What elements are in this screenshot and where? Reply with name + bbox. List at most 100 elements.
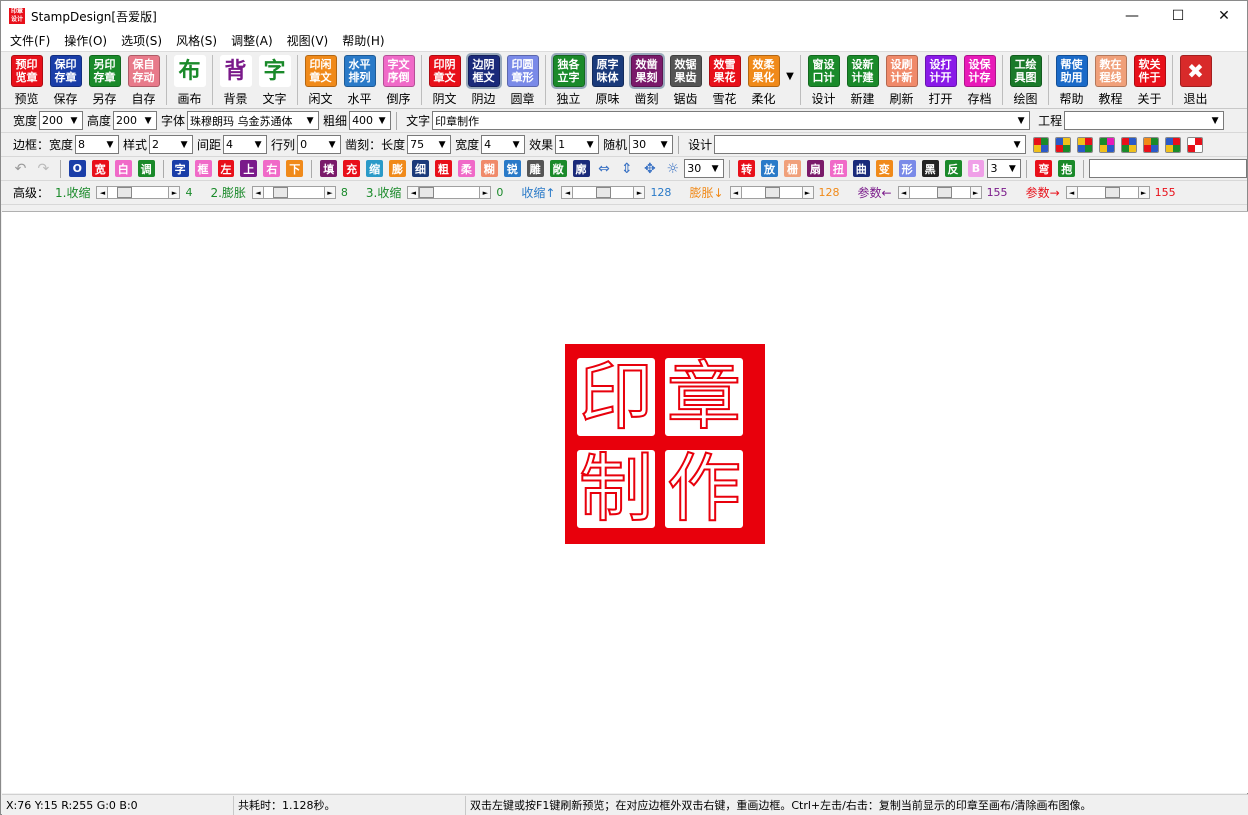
toolbar-new-button[interactable]: 设新计建 新建	[843, 55, 882, 107]
toolbar-tutorial-button[interactable]: 教在程线 教程	[1091, 55, 1130, 107]
slider-thumb[interactable]	[936, 187, 952, 198]
redo-icon[interactable]: ↷	[35, 160, 52, 177]
angle-combo[interactable]: 30 ▼	[684, 159, 725, 178]
undo-icon[interactable]: ↶	[12, 160, 29, 177]
maximize-button[interactable]: ☐	[1155, 1, 1201, 31]
menu-item[interactable]: 操作(O)	[57, 31, 114, 51]
move-icon[interactable]: ✥	[641, 160, 658, 177]
slider-thumb[interactable]	[1104, 187, 1120, 198]
adjust-slider[interactable]: ◄ ►	[251, 186, 336, 199]
adjust-slider[interactable]: ◄ ►	[1065, 186, 1150, 199]
toolbar-horizontal-button[interactable]: 水平排列 水平	[340, 55, 379, 107]
effect-button[interactable]: 充	[343, 160, 361, 177]
right-arrow-icon[interactable]: ►	[801, 186, 814, 199]
transform-button[interactable]: B	[967, 160, 985, 177]
transform-button[interactable]: 转	[738, 160, 756, 177]
toolbar-background-button[interactable]: 背背景	[216, 55, 255, 107]
sun-icon[interactable]: ☼	[664, 160, 681, 177]
font-combo[interactable]: 珠穆朗玛 乌金苏通体 ▼	[187, 111, 320, 130]
toolbar-canvas-button[interactable]: 布画布	[170, 55, 209, 107]
effect-button[interactable]: 缩	[366, 160, 384, 177]
toolbar-open-button[interactable]: 设打计开 打开	[921, 55, 960, 107]
color-scheme-swatch[interactable]	[1033, 136, 1050, 153]
count-combo[interactable]: 3 ▼	[987, 159, 1022, 178]
right-arrow-icon[interactable]: ►	[479, 186, 492, 199]
effect-button[interactable]: 粗	[434, 160, 452, 177]
adjust-slider[interactable]: ◄ ►	[96, 186, 181, 199]
toolbar-save-button[interactable]: 保印存章 保存	[46, 55, 85, 107]
toolbar-original-button[interactable]: 原字味体 原味	[588, 55, 627, 107]
transform-button[interactable]: 栅	[784, 160, 801, 177]
slider-thumb[interactable]	[764, 187, 780, 198]
effect-button[interactable]: 柔	[457, 160, 475, 177]
toolbar-about-button[interactable]: 软关件于 关于	[1130, 55, 1169, 107]
toolbar-round-stamp-button[interactable]: 印圆章形 圆章	[503, 55, 542, 107]
effect-button[interactable]: 左	[217, 160, 235, 177]
color-scheme-swatch[interactable]	[1121, 136, 1138, 153]
toolbar-design-button[interactable]: 窗设口计 设计	[804, 55, 843, 107]
effect-combo[interactable]: 1 ▼	[555, 135, 600, 154]
toolbar-draw-tool-button[interactable]: 工绘具图 绘图	[1006, 55, 1045, 107]
chisel-length-combo[interactable]: 75 ▼	[407, 135, 452, 154]
toolbar-save-as-button[interactable]: 另印存章 另存	[85, 55, 124, 107]
effect-button[interactable]: 廓	[572, 160, 590, 177]
right-arrow-icon[interactable]: ►	[633, 186, 646, 199]
chisel-width-combo[interactable]: 4 ▼	[481, 135, 526, 154]
slider-thumb[interactable]	[596, 187, 612, 198]
menu-item[interactable]: 视图(V)	[280, 31, 336, 51]
effect-button[interactable]: 字	[171, 160, 189, 177]
design-canvas[interactable]: 章 印 作 制	[2, 211, 1248, 793]
width-combo[interactable]: 200 ▼	[39, 111, 84, 130]
style-combo[interactable]: 2 ▼	[149, 135, 194, 154]
menu-item[interactable]: 选项(S)	[114, 31, 169, 51]
effect-button[interactable]: 框	[194, 160, 212, 177]
color-scheme-swatch[interactable]	[1143, 136, 1160, 153]
toolbar-snowflake-button[interactable]: 效雪果花 雪花	[705, 55, 744, 107]
minimize-button[interactable]: —	[1109, 1, 1155, 31]
left-arrow-icon[interactable]: ◄	[251, 186, 264, 199]
left-arrow-icon[interactable]: ◄	[1065, 186, 1078, 199]
effect-button[interactable]: 膨	[389, 160, 406, 177]
left-arrow-icon[interactable]: ◄	[897, 186, 910, 199]
toolbar-sawtooth-button[interactable]: 效锯果齿 锯齿	[666, 55, 705, 107]
color-scheme-swatch[interactable]	[1099, 136, 1116, 153]
adjust-slider[interactable]: ◄ ►	[897, 186, 982, 199]
menu-item[interactable]: 文件(F)	[3, 31, 57, 51]
extra-input[interactable]	[1089, 159, 1247, 178]
adjust-slider[interactable]: ◄ ►	[729, 186, 814, 199]
transform-button[interactable]: 曲	[852, 160, 870, 177]
effect-button[interactable]: 右	[263, 160, 281, 177]
menu-item[interactable]: 风格(S)	[169, 31, 224, 51]
color-scheme-swatch[interactable]	[1077, 136, 1094, 153]
color-scheme-swatch[interactable]	[1055, 136, 1072, 153]
flip-vertical-icon[interactable]: ⇕	[618, 160, 635, 177]
rowcol-combo[interactable]: 0 ▼	[297, 135, 342, 154]
right-arrow-icon[interactable]: ►	[1137, 186, 1150, 199]
project-combo[interactable]: ▼	[1064, 111, 1225, 130]
toolbar-reverse-button[interactable]: 字文序倒 倒序	[379, 55, 418, 107]
slider-thumb[interactable]	[272, 187, 288, 198]
transform-button[interactable]: 放	[761, 160, 779, 177]
stamp-text-combo[interactable]: 印章制作 ▼	[432, 111, 1031, 130]
transform-button[interactable]: 黑	[921, 160, 939, 177]
left-arrow-icon[interactable]: ◄	[407, 186, 420, 199]
height-combo[interactable]: 200 ▼	[113, 111, 158, 130]
effect-button[interactable]: 糊	[480, 160, 498, 177]
effect-button[interactable]: 雕	[526, 160, 544, 177]
effect-button[interactable]: 锐	[503, 160, 521, 177]
effect-button[interactable]: 敞	[549, 160, 567, 177]
toolbar-soften-button[interactable]: 效柔果化 柔化	[744, 55, 783, 107]
flip-horizontal-icon[interactable]: ⇔	[596, 160, 613, 177]
toolbar-autosave-button[interactable]: 保自存动 自存	[124, 55, 163, 107]
transform-button[interactable]: 扇	[806, 160, 824, 177]
toolbar-preview-button[interactable]: 预印览章 预览	[7, 55, 46, 107]
effect-button[interactable]: 细	[412, 160, 429, 177]
effect-button[interactable]: 填	[320, 160, 338, 177]
color-scheme-swatch[interactable]	[1165, 136, 1182, 153]
transform-button[interactable]: 反	[944, 160, 962, 177]
slider-thumb[interactable]	[117, 187, 133, 198]
menu-item[interactable]: 调整(A)	[224, 31, 280, 51]
random-combo[interactable]: 30 ▼	[629, 135, 674, 154]
transform-button[interactable]: 变	[875, 160, 893, 177]
effect-button[interactable]: 下	[286, 160, 304, 177]
